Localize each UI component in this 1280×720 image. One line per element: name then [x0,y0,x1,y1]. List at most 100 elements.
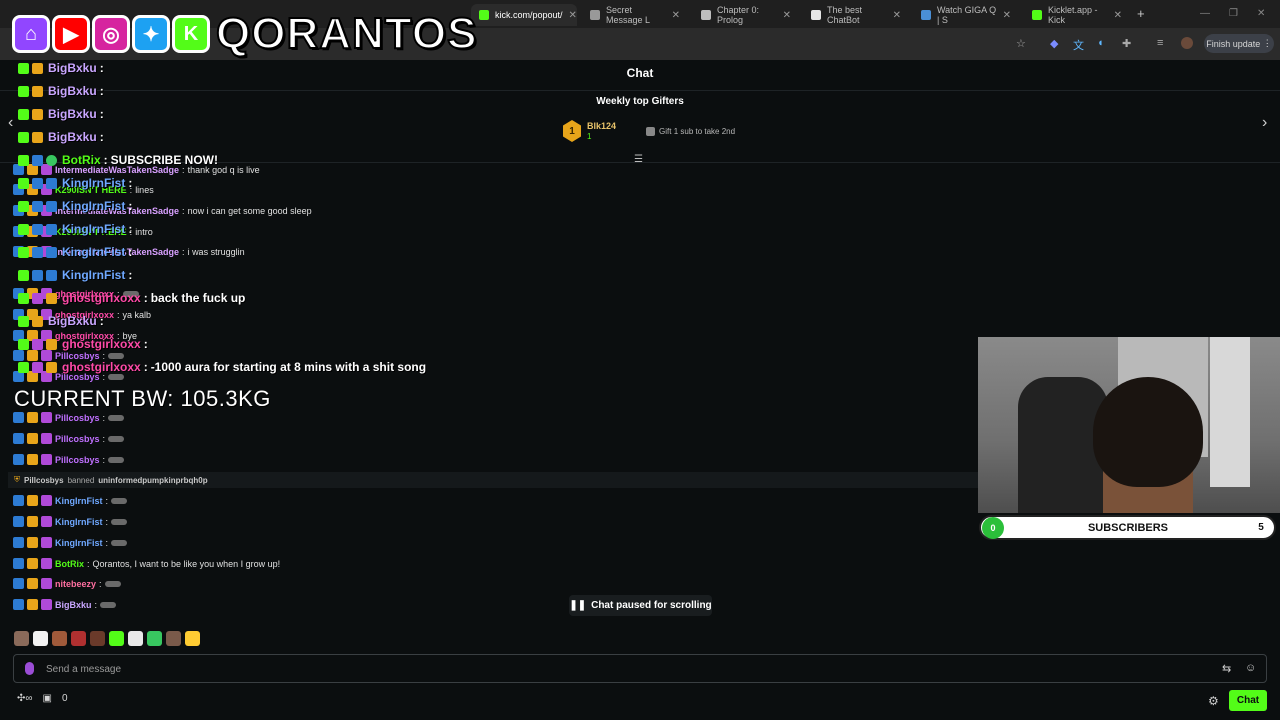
mod-action-row: ⛨ Pillcosbys banned uninformedpumpkinprb… [8,472,978,488]
badge-icon [32,223,43,235]
emoji-icon[interactable]: ☺ [1245,662,1256,674]
tab-close-icon[interactable]: ✕ [1114,10,1122,21]
points-icon[interactable]: ✣∞ [17,693,33,704]
browser-tab[interactable]: Kicklet.app - Kick ✕ [1024,4,1130,26]
new-tab-button[interactable]: + [1137,6,1145,21]
gear-icon[interactable]: ⚙ [1208,694,1219,708]
profile-avatar[interactable] [1181,37,1193,49]
chat-message-input[interactable] [46,659,1206,679]
badge-icon [18,315,29,327]
twitter-icon: ✦ [132,15,170,53]
chat-username[interactable]: nitebeezy [55,579,96,589]
chat-paused-button[interactable]: ❚❚ Chat paused for scrolling [569,595,712,616]
maximize-icon[interactable]: ❐ [1229,8,1238,19]
tab-label: kick.com/popout/ [495,10,563,20]
browser-tab[interactable]: The best ChatBot ✕ [803,4,909,26]
browser-tab[interactable]: Watch GIGA Q | S ✕ [913,4,1019,26]
emote-icon[interactable] [109,631,124,646]
badge-icon [32,62,43,74]
tab-close-icon[interactable]: ✕ [893,10,901,21]
emote-icon[interactable] [71,631,86,646]
chat-username[interactable]: KingIrnFist [55,517,103,527]
emote-icon[interactable] [33,631,48,646]
translate-icon[interactable]: ⇆ [1222,662,1231,675]
translate-icon[interactable]: 文 [1073,37,1084,53]
badge-icon [27,516,38,527]
badge-icon [41,537,52,548]
tab-close-icon[interactable]: ✕ [672,10,680,21]
chat-username[interactable]: BigBxku [55,600,92,610]
tab-close-icon[interactable]: ✕ [783,10,791,21]
overlay-chat-username: ghostgirlxoxx [62,360,141,374]
emote-icon [111,518,128,525]
send-chat-button[interactable]: Chat [1229,690,1267,711]
chat-username[interactable]: Pillcosbys [55,434,100,444]
browser-tab[interactable]: Secret Message L ✕ [582,4,688,26]
badge-icon [27,433,38,444]
badge-icon [41,454,52,465]
overlay-chat-username: KingIrnFist [62,222,126,236]
browser-tab[interactable]: Chapter 0: Prolog ✕ [693,4,799,26]
emote-icon [108,373,125,380]
chat-username[interactable]: Pillcosbys [55,351,100,361]
emote-icon[interactable] [90,631,105,646]
top-gifter-card[interactable]: 1 Blk124 1 Gift 1 sub to take 2nd [563,120,735,142]
emote-icon[interactable] [14,631,29,646]
chat-username[interactable]: BotRix [55,559,84,569]
collapse-icon[interactable]: ☰ [634,154,643,165]
chevron-right-icon[interactable]: › [1262,114,1267,132]
chat-input-box[interactable]: ⇆ ☺ [13,654,1267,683]
badge-icon [18,62,29,74]
chat-message[interactable]: nitebeezy: [13,578,121,589]
badge-icon [32,315,43,327]
chevron-left-icon[interactable]: ‹ [8,114,13,132]
pause-icon: ❚❚ [569,600,587,611]
extensions-puzzle-icon[interactable]: ✚ [1122,37,1131,50]
extension-icon[interactable]: ◆ [1050,37,1058,50]
tab-label: Chapter 0: Prolog [717,5,760,25]
tab-close-icon[interactable]: ✕ [569,10,577,21]
chat-message[interactable]: KingIrnFist: [13,516,128,527]
bookmark-star-icon[interactable]: ☆ [1016,37,1026,50]
emote-icon[interactable] [166,631,181,646]
finish-update-button[interactable]: Finish update ⋮ [1204,34,1274,53]
subscriber-label: SUBSCRIBERS [1087,521,1169,534]
chat-username[interactable]: Pillcosbys [55,413,100,423]
audio-icon[interactable]: ◖ [1097,37,1104,49]
tab-close-icon[interactable]: ✕ [1003,10,1011,21]
chat-message[interactable]: Pillcosbys: [13,454,125,465]
separator: : [105,537,109,548]
chat-message[interactable]: Pillcosbys: [13,433,125,444]
chat-message[interactable]: KingIrnFist: [13,537,128,548]
chat-username[interactable]: Pillcosbys [55,455,100,465]
emote-icon[interactable] [185,631,200,646]
chat-username[interactable]: KingIrnFist [55,538,103,548]
badge-icon [32,338,43,350]
chat-message[interactable]: Pillcosbys: [13,412,125,423]
chat-username[interactable]: KingIrnFist [55,496,103,506]
gift-icon[interactable]: ▣ [43,693,52,704]
media-control-icon[interactable]: ≡ [1157,37,1163,49]
overlay-chat-username: BigBxku [48,84,97,98]
chat-message[interactable]: KingIrnFist: [13,495,128,506]
emote-icon[interactable] [52,631,67,646]
separator: : [105,495,109,506]
overlay-chat-message: ghostgirlxoxx: -1000 aura for starting at… [18,360,426,374]
microphone-icon[interactable] [25,662,34,675]
separator: : [143,291,148,305]
badge-icon [13,516,24,527]
chat-text: intro [135,226,153,237]
browser-tab[interactable]: kick.com/popout/ ✕ [471,4,577,26]
overlay-chat-message: BigBxku: [18,314,107,328]
window-close-icon[interactable]: ✕ [1257,8,1265,19]
emote-icon[interactable] [147,631,162,646]
chat-title: Chat [626,66,654,80]
badge-icon [46,200,57,212]
rank-badge: 1 [563,120,581,142]
separator: : [143,360,148,374]
emote-icon[interactable] [128,631,143,646]
minimize-icon[interactable]: — [1200,8,1210,19]
kick-icon: K [172,15,210,53]
chat-message[interactable]: BigBxku: [13,599,117,610]
chat-message[interactable]: BotRix: Qorantos, I want to be like you w… [13,558,280,569]
